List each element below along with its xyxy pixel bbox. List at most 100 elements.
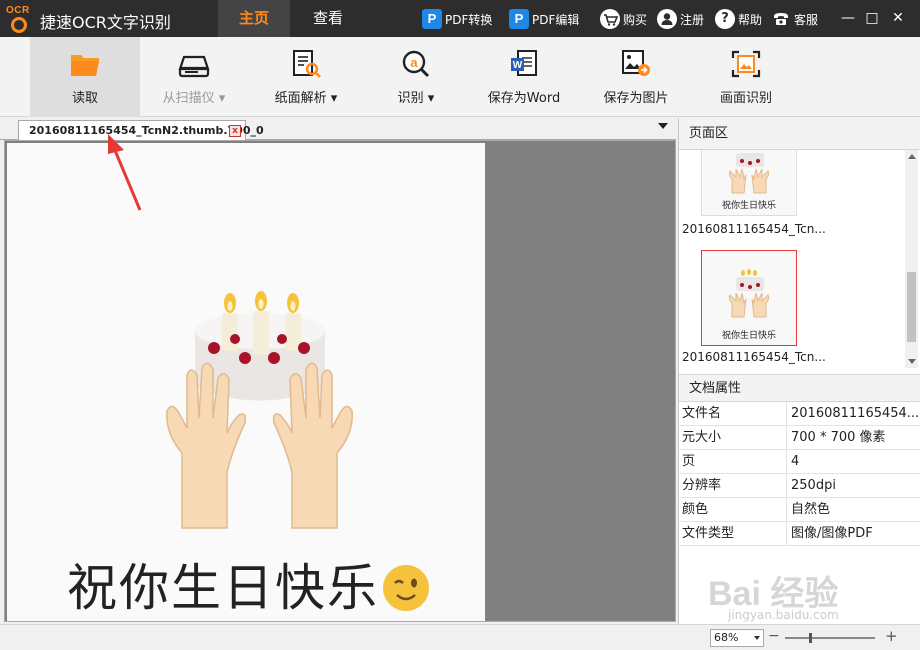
save-image-button[interactable]: 保存为图片 xyxy=(590,37,682,117)
greeting-text: 祝你生日快乐 xyxy=(67,548,429,620)
register-label: 注册 xyxy=(680,12,705,27)
properties-table: 文件名 20160811165454... 元大小 700 * 700 像素 页4 … xyxy=(679,402,920,546)
svg-text:a: a xyxy=(410,55,418,70)
buy-label: 购买 xyxy=(623,12,648,27)
zoom-in-button[interactable]: + xyxy=(885,627,898,645)
page-thumbnail-selected[interactable]: 祝你生日快乐 xyxy=(701,250,797,346)
pdf-edit-icon: P xyxy=(509,9,529,29)
table-row: 页4 xyxy=(679,450,920,474)
save-word-label: 保存为Word xyxy=(487,91,561,106)
tab-list-dropdown-icon[interactable] xyxy=(658,123,668,129)
zoom-slider[interactable] xyxy=(785,633,875,643)
register-link[interactable]: 注册 xyxy=(657,9,704,29)
thumbnail-caption: 祝你生日快乐 xyxy=(721,201,776,211)
property-value: 20160811165454... xyxy=(791,406,920,421)
page-preview: 祝你生日快乐 xyxy=(7,143,485,621)
table-row: 颜色 自然色 xyxy=(679,498,920,522)
property-key: 分辨率 xyxy=(679,474,787,497)
buy-link[interactable]: 购买 xyxy=(600,9,647,29)
save-word-button[interactable]: W 保存为Word xyxy=(478,37,570,117)
user-icon xyxy=(657,9,677,29)
ribbon-toolbar: 读取 从扫描仪 ▾ 纸面解析 ▾ a 识别 ▾ W 保存为Word 保存为图片 … xyxy=(0,37,920,117)
pdf-convert-label: PDF转换 xyxy=(445,12,493,27)
area-recognize-label: 画面识别 xyxy=(719,91,772,106)
read-button[interactable]: 读取 xyxy=(30,37,140,117)
scroll-down-icon[interactable] xyxy=(908,359,916,364)
thumbnail-name: 20160811165454_Tcn... xyxy=(682,350,826,364)
logo-text: OCR xyxy=(6,5,30,16)
table-row: 文件名 20160811165454... xyxy=(679,402,920,426)
page-thumbnails[interactable]: 祝你生日快乐 20160811165454_Tcn... 祝你生日快乐 2016… xyxy=(679,150,920,368)
phone-icon xyxy=(771,9,791,29)
cart-icon xyxy=(600,9,620,29)
help-icon: ? xyxy=(715,9,735,29)
tab-home[interactable]: 主页 xyxy=(218,0,290,37)
title-bar: OCR 捷速OCR文字识别 主页 查看 P PDF转换 P PDF编辑 购买 注… xyxy=(0,0,920,37)
property-key: 页 xyxy=(679,450,787,473)
recognize-magnifier-icon: a xyxy=(402,50,430,78)
document-search-icon xyxy=(293,50,321,78)
pdf-edit-label: PDF编辑 xyxy=(532,12,580,27)
zoom-slider-handle[interactable] xyxy=(809,633,812,643)
scanner-label: 从扫描仪 ▾ xyxy=(162,91,226,106)
help-label: 帮助 xyxy=(738,12,763,27)
tab-view[interactable]: 查看 xyxy=(296,0,360,37)
properties-title: 文档属性 xyxy=(679,374,920,402)
property-value: 自然色 xyxy=(791,502,831,517)
maximize-button[interactable]: □ xyxy=(862,8,882,28)
service-link[interactable]: 客服 xyxy=(771,9,818,29)
thumbnail-scrollbar[interactable] xyxy=(905,150,918,368)
property-key: 文件类型 xyxy=(679,522,787,545)
tab-close-icon[interactable]: x xyxy=(229,125,241,137)
scanner-button[interactable]: 从扫描仪 ▾ xyxy=(148,37,240,117)
page-thumbnail[interactable]: 祝你生日快乐 xyxy=(701,150,797,216)
thumbnail-caption: 祝你生日快乐 xyxy=(721,331,776,341)
pdf-convert-link[interactable]: P PDF转换 xyxy=(422,9,492,29)
help-link[interactable]: ? 帮助 xyxy=(715,9,762,29)
property-value: 250dpi xyxy=(791,478,836,493)
property-value: 700 * 700 像素 xyxy=(791,430,886,445)
table-row: 文件类型 图像/图像PDF xyxy=(679,522,920,546)
thumbnail-cake-image xyxy=(728,269,770,318)
scanner-icon xyxy=(178,55,210,78)
service-label: 客服 xyxy=(794,12,819,27)
zoom-out-button[interactable]: − xyxy=(768,628,780,644)
property-key: 元大小 xyxy=(679,426,787,449)
pdf-convert-icon: P xyxy=(422,9,442,29)
thumbnail-name: 20160811165454_Tcn... xyxy=(682,222,826,236)
app-logo-icon: OCR xyxy=(6,5,34,33)
property-key: 颜色 xyxy=(679,498,787,521)
folder-open-icon xyxy=(71,55,99,76)
property-key: 文件名 xyxy=(679,402,787,425)
save-image-label: 保存为图片 xyxy=(603,91,669,106)
status-bar: 68% − + xyxy=(0,624,920,650)
document-canvas[interactable]: 祝你生日快乐 xyxy=(4,140,676,622)
birthday-cake-illustration xyxy=(166,291,353,529)
page-panel-title: 页面区 xyxy=(679,118,920,150)
pdf-edit-link[interactable]: P PDF编辑 xyxy=(509,9,579,29)
svg-text:W: W xyxy=(513,60,523,71)
table-row: 元大小 700 * 700 像素 xyxy=(679,426,920,450)
image-export-icon xyxy=(622,50,650,76)
table-row: 分辨率 250dpi xyxy=(679,474,920,498)
parse-button[interactable]: 纸面解析 ▾ xyxy=(258,37,354,117)
wink-emoji-icon xyxy=(383,565,429,611)
area-recognize-button[interactable]: 画面识别 xyxy=(706,37,786,117)
property-value: 4 xyxy=(791,454,800,469)
close-button[interactable]: ✕ xyxy=(888,8,908,28)
app-title: 捷速OCR文字识别 xyxy=(40,13,171,32)
recognize-label: 识别 ▾ xyxy=(397,91,435,106)
zoom-value: 68% xyxy=(714,631,739,644)
word-file-icon: W xyxy=(511,50,537,76)
chevron-down-icon xyxy=(754,636,760,640)
minimize-button[interactable]: — xyxy=(838,8,858,28)
document-tab[interactable]: 20160811165454_TcnN2.thumb.700_0 x xyxy=(18,120,264,141)
screen-capture-icon xyxy=(731,50,761,78)
parse-label: 纸面解析 ▾ xyxy=(274,91,338,106)
property-value: 图像/图像PDF xyxy=(791,526,873,541)
scroll-up-icon[interactable] xyxy=(908,154,916,159)
scroll-thumb[interactable] xyxy=(907,272,916,342)
zoom-select[interactable]: 68% xyxy=(710,629,764,647)
recognize-button[interactable]: a 识别 ▾ xyxy=(378,37,454,117)
document-tabstrip: 20160811165454_TcnN2.thumb.700_0 x xyxy=(0,118,676,141)
